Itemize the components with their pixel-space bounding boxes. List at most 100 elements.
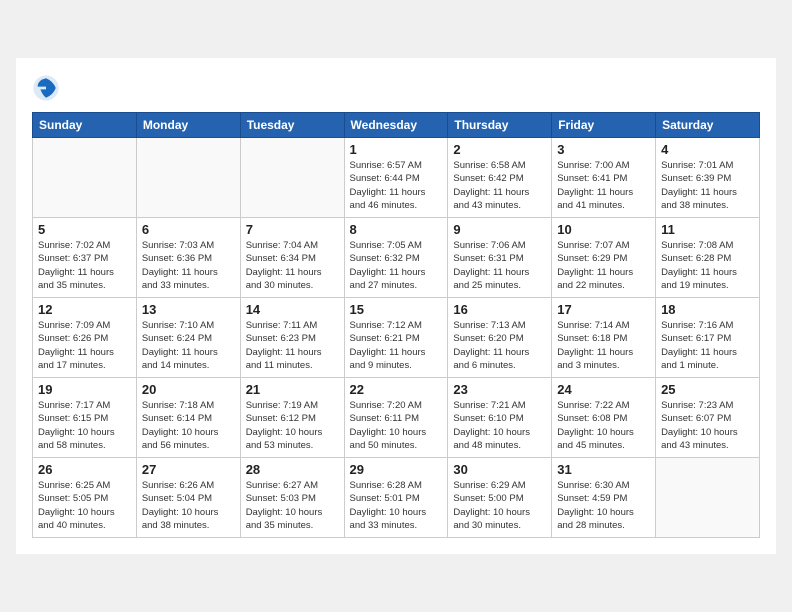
day-info: Sunrise: 6:58 AM Sunset: 6:42 PM Dayligh…: [453, 159, 546, 212]
day-info: Sunrise: 7:04 AM Sunset: 6:34 PM Dayligh…: [246, 239, 339, 292]
week-row-0: 1 Sunrise: 6:57 AM Sunset: 6:44 PM Daylig…: [33, 138, 760, 218]
header-area: [32, 74, 760, 102]
day-number: 20: [142, 382, 235, 397]
day-info: Sunrise: 7:07 AM Sunset: 6:29 PM Dayligh…: [557, 239, 650, 292]
calendar-cell: 28 Sunrise: 6:27 AM Sunset: 5:03 PM Dayli…: [240, 458, 344, 538]
week-row-2: 12 Sunrise: 7:09 AM Sunset: 6:26 PM Dayli…: [33, 298, 760, 378]
day-number: 31: [557, 462, 650, 477]
day-info: Sunrise: 6:28 AM Sunset: 5:01 PM Dayligh…: [350, 479, 443, 532]
day-info: Sunrise: 7:23 AM Sunset: 6:07 PM Dayligh…: [661, 399, 754, 452]
calendar-cell: 10 Sunrise: 7:07 AM Sunset: 6:29 PM Dayli…: [552, 218, 656, 298]
day-info: Sunrise: 6:30 AM Sunset: 4:59 PM Dayligh…: [557, 479, 650, 532]
day-info: Sunrise: 7:16 AM Sunset: 6:17 PM Dayligh…: [661, 319, 754, 372]
calendar-cell: [656, 458, 760, 538]
calendar-cell: 6Sunrise: 7:03 AM Sunset: 6:36 PM Daylig…: [136, 218, 240, 298]
day-number: 3: [557, 142, 650, 157]
calendar-body: 1 Sunrise: 6:57 AM Sunset: 6:44 PM Daylig…: [33, 138, 760, 538]
day-number: 14: [246, 302, 339, 317]
weekday-header-thursday: Thursday: [448, 113, 552, 138]
week-row-4: 26 Sunrise: 6:25 AM Sunset: 5:05 PM Dayli…: [33, 458, 760, 538]
calendar-cell: 1 Sunrise: 6:57 AM Sunset: 6:44 PM Daylig…: [344, 138, 448, 218]
day-info: Sunrise: 7:17 AM Sunset: 6:15 PM Dayligh…: [38, 399, 131, 452]
day-number: 28: [246, 462, 339, 477]
day-number: 26: [38, 462, 131, 477]
day-number: 15: [350, 302, 443, 317]
calendar-cell: 20 Sunrise: 7:18 AM Sunset: 6:14 PM Dayli…: [136, 378, 240, 458]
calendar-cell: 2 Sunrise: 6:58 AM Sunset: 6:42 PM Daylig…: [448, 138, 552, 218]
day-info: Sunrise: 7:20 AM Sunset: 6:11 PM Dayligh…: [350, 399, 443, 452]
calendar-cell: 11Sunrise: 7:08 AM Sunset: 6:28 PM Dayli…: [656, 218, 760, 298]
day-number: 29: [350, 462, 443, 477]
calendar-cell: 4Sunrise: 7:01 AM Sunset: 6:39 PM Daylig…: [656, 138, 760, 218]
day-number: 11: [661, 222, 754, 237]
general-blue-icon: [32, 74, 60, 102]
calendar-cell: 19 Sunrise: 7:17 AM Sunset: 6:15 PM Dayli…: [33, 378, 137, 458]
day-info: Sunrise: 7:00 AM Sunset: 6:41 PM Dayligh…: [557, 159, 650, 212]
day-number: 10: [557, 222, 650, 237]
calendar-cell: 25 Sunrise: 7:23 AM Sunset: 6:07 PM Dayli…: [656, 378, 760, 458]
day-number: 22: [350, 382, 443, 397]
day-number: 21: [246, 382, 339, 397]
calendar-cell: 9 Sunrise: 7:06 AM Sunset: 6:31 PM Daylig…: [448, 218, 552, 298]
calendar-cell: 29 Sunrise: 6:28 AM Sunset: 5:01 PM Dayli…: [344, 458, 448, 538]
week-row-1: 5Sunrise: 7:02 AM Sunset: 6:37 PM Daylig…: [33, 218, 760, 298]
day-number: 9: [453, 222, 546, 237]
calendar-cell: 5Sunrise: 7:02 AM Sunset: 6:37 PM Daylig…: [33, 218, 137, 298]
calendar-cell: [240, 138, 344, 218]
weekday-header-row: SundayMondayTuesdayWednesdayThursdayFrid…: [33, 113, 760, 138]
day-info: Sunrise: 7:13 AM Sunset: 6:20 PM Dayligh…: [453, 319, 546, 372]
calendar-container: SundayMondayTuesdayWednesdayThursdayFrid…: [16, 58, 776, 554]
day-info: Sunrise: 7:01 AM Sunset: 6:39 PM Dayligh…: [661, 159, 754, 212]
calendar-cell: 30 Sunrise: 6:29 AM Sunset: 5:00 PM Dayli…: [448, 458, 552, 538]
day-number: 24: [557, 382, 650, 397]
calendar-cell: 18 Sunrise: 7:16 AM Sunset: 6:17 PM Dayli…: [656, 298, 760, 378]
day-number: 23: [453, 382, 546, 397]
day-number: 5: [38, 222, 131, 237]
day-number: 2: [453, 142, 546, 157]
day-number: 1: [350, 142, 443, 157]
day-info: Sunrise: 7:11 AM Sunset: 6:23 PM Dayligh…: [246, 319, 339, 372]
calendar-table: SundayMondayTuesdayWednesdayThursdayFrid…: [32, 112, 760, 538]
calendar-cell: 15Sunrise: 7:12 AM Sunset: 6:21 PM Dayli…: [344, 298, 448, 378]
day-info: Sunrise: 7:03 AM Sunset: 6:36 PM Dayligh…: [142, 239, 235, 292]
day-number: 25: [661, 382, 754, 397]
day-info: Sunrise: 6:25 AM Sunset: 5:05 PM Dayligh…: [38, 479, 131, 532]
calendar-cell: 14 Sunrise: 7:11 AM Sunset: 6:23 PM Dayli…: [240, 298, 344, 378]
day-info: Sunrise: 6:27 AM Sunset: 5:03 PM Dayligh…: [246, 479, 339, 532]
calendar-cell: 7 Sunrise: 7:04 AM Sunset: 6:34 PM Daylig…: [240, 218, 344, 298]
day-info: Sunrise: 7:21 AM Sunset: 6:10 PM Dayligh…: [453, 399, 546, 452]
day-number: 7: [246, 222, 339, 237]
day-info: Sunrise: 7:14 AM Sunset: 6:18 PM Dayligh…: [557, 319, 650, 372]
day-info: Sunrise: 6:29 AM Sunset: 5:00 PM Dayligh…: [453, 479, 546, 532]
day-info: Sunrise: 7:10 AM Sunset: 6:24 PM Dayligh…: [142, 319, 235, 372]
weekday-header-monday: Monday: [136, 113, 240, 138]
calendar-cell: 3 Sunrise: 7:00 AM Sunset: 6:41 PM Daylig…: [552, 138, 656, 218]
calendar-cell: 31 Sunrise: 6:30 AM Sunset: 4:59 PM Dayli…: [552, 458, 656, 538]
calendar-cell: 17Sunrise: 7:14 AM Sunset: 6:18 PM Dayli…: [552, 298, 656, 378]
day-number: 19: [38, 382, 131, 397]
day-info: Sunrise: 6:57 AM Sunset: 6:44 PM Dayligh…: [350, 159, 443, 212]
day-info: Sunrise: 7:18 AM Sunset: 6:14 PM Dayligh…: [142, 399, 235, 452]
weekday-header-sunday: Sunday: [33, 113, 137, 138]
calendar-cell: 8Sunrise: 7:05 AM Sunset: 6:32 PM Daylig…: [344, 218, 448, 298]
calendar-cell: 21 Sunrise: 7:19 AM Sunset: 6:12 PM Dayli…: [240, 378, 344, 458]
calendar-cell: [33, 138, 137, 218]
day-number: 30: [453, 462, 546, 477]
day-number: 12: [38, 302, 131, 317]
day-info: Sunrise: 7:22 AM Sunset: 6:08 PM Dayligh…: [557, 399, 650, 452]
weekday-header-saturday: Saturday: [656, 113, 760, 138]
week-row-3: 19 Sunrise: 7:17 AM Sunset: 6:15 PM Dayli…: [33, 378, 760, 458]
logo-area: [32, 74, 64, 102]
day-info: Sunrise: 7:06 AM Sunset: 6:31 PM Dayligh…: [453, 239, 546, 292]
day-info: Sunrise: 7:19 AM Sunset: 6:12 PM Dayligh…: [246, 399, 339, 452]
day-number: 18: [661, 302, 754, 317]
day-info: Sunrise: 7:05 AM Sunset: 6:32 PM Dayligh…: [350, 239, 443, 292]
day-number: 16: [453, 302, 546, 317]
calendar-cell: 27Sunrise: 6:26 AM Sunset: 5:04 PM Dayli…: [136, 458, 240, 538]
calendar-cell: 12 Sunrise: 7:09 AM Sunset: 6:26 PM Dayli…: [33, 298, 137, 378]
calendar-cell: 22 Sunrise: 7:20 AM Sunset: 6:11 PM Dayli…: [344, 378, 448, 458]
weekday-header-wednesday: Wednesday: [344, 113, 448, 138]
day-number: 27: [142, 462, 235, 477]
weekday-header-tuesday: Tuesday: [240, 113, 344, 138]
day-info: Sunrise: 7:09 AM Sunset: 6:26 PM Dayligh…: [38, 319, 131, 372]
